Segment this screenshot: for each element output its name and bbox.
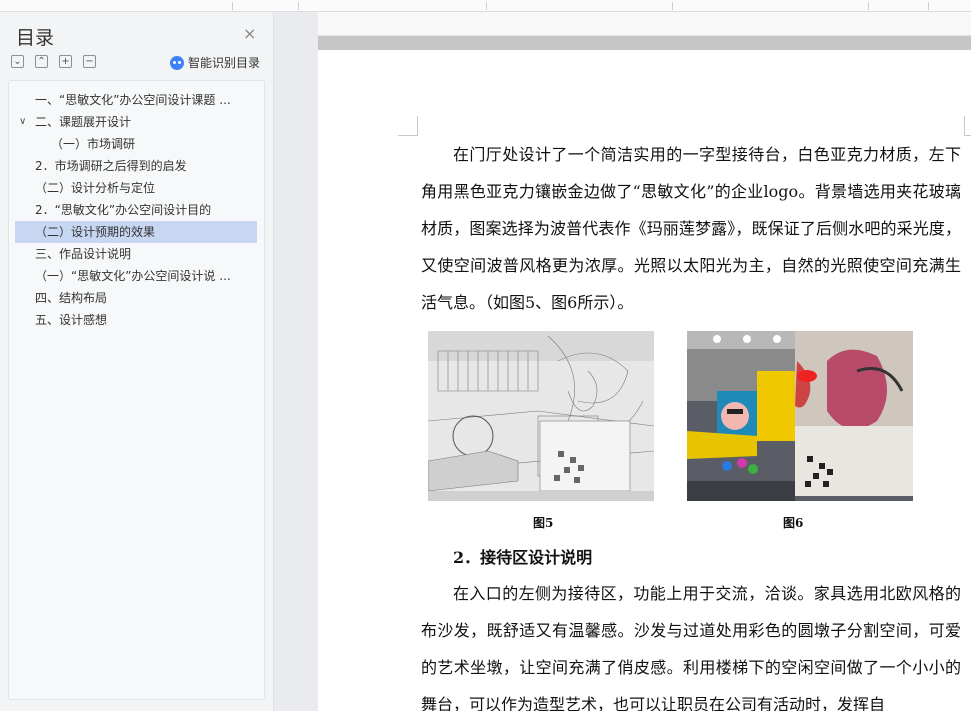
remove-heading-icon[interactable]: − (83, 55, 96, 68)
page-separator (318, 36, 971, 50)
margin-mark (964, 116, 971, 136)
toc-item[interactable]: ∨ 二、课题展开设计 (9, 111, 264, 133)
close-icon[interactable]: × (243, 24, 256, 43)
ruler-tick (928, 2, 929, 10)
figure-6-image (687, 331, 913, 501)
ai-robot-icon (170, 55, 184, 70)
body-paragraph: 在入口的左侧为接待区，功能上用于交流，洽谈。家具选用北欧风格的布沙发，既舒适又有… (421, 584, 961, 711)
document-page[interactable]: 在门厅处设计了一个简洁实用的一字型接待台，白色亚克力材质，左下角用黑色亚克力镶嵌… (318, 50, 971, 711)
ruler-tick (298, 2, 299, 10)
add-heading-icon[interactable]: + (59, 55, 72, 68)
toc-list: 一、“思敏文化”办公空间设计课题 ... ∨ 二、课题展开设计 （一）市场调研 2… (8, 80, 265, 700)
toc-item[interactable]: 五、设计感想 (9, 309, 264, 331)
toc-item[interactable]: 一、“思敏文化”办公空间设计课题 ... (9, 89, 264, 111)
section-heading: 2．接待区设计说明 (453, 548, 593, 567)
ruler-tick (672, 2, 673, 10)
toc-item[interactable]: 2．市场调研之后得到的启发 (9, 155, 264, 177)
toc-item-active[interactable]: （二）设计预期的效果 (15, 221, 257, 243)
ruler-tick (486, 2, 487, 10)
top-ruler (0, 0, 971, 12)
smart-toc-button[interactable]: 智能识别目录 (170, 54, 260, 71)
toc-toolbar: ⌄ ⌃ + − (11, 55, 96, 68)
previous-page-bottom (318, 12, 971, 36)
toc-panel: 目录 × ⌄ ⌃ + − 智能识别目录 一、“思敏文化”办公空间设计课题 ...… (0, 12, 274, 711)
toc-item[interactable]: 三、作品设计说明 (9, 243, 264, 265)
chevron-down-icon[interactable]: ∨ (19, 111, 26, 133)
ruler-tick (868, 2, 869, 10)
figure-5-caption: 图5 (533, 516, 554, 530)
figure-6-caption: 图6 (783, 516, 804, 530)
ruler-tick (232, 2, 233, 10)
toc-item[interactable]: 四、结构布局 (9, 287, 264, 309)
toc-item[interactable]: （一）“思敏文化”办公空间设计说 ... (9, 265, 264, 287)
expand-up-icon[interactable]: ⌃ (35, 55, 48, 68)
toc-item[interactable]: （一）市场调研 (9, 133, 264, 155)
collapse-all-icon[interactable]: ⌄ (11, 55, 24, 68)
figure-5-image (428, 331, 654, 501)
workspace-background (275, 12, 318, 711)
toc-item[interactable]: （二）设计分析与定位 (9, 177, 264, 199)
body-paragraph: 在门厅处设计了一个简洁实用的一字型接待台，白色亚克力材质，左下角用黑色亚克力镶嵌… (421, 145, 961, 312)
margin-mark (398, 116, 418, 136)
toc-title: 目录 (16, 27, 55, 49)
smart-toc-label: 智能识别目录 (188, 56, 261, 70)
toc-item[interactable]: 2．“思敏文化”办公空间设计目的 (9, 199, 264, 221)
